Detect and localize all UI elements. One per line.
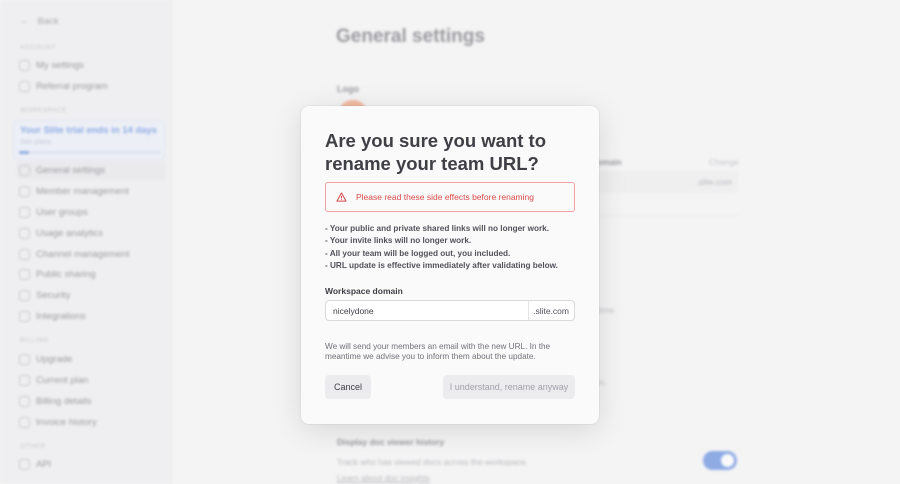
alert-text: Please read these side effects before re… [356, 192, 534, 202]
confirm-rename-button[interactable]: I understand, rename anyway [443, 375, 575, 399]
warning-alert: Please read these side effects before re… [325, 182, 575, 212]
side-effect-item: - Your public and private shared links w… [325, 224, 549, 233]
modal-title: Are you sure you want to rename your tea… [325, 130, 547, 174]
side-effects-list: - Your public and private shared links w… [325, 223, 581, 273]
workspace-domain-input[interactable] [326, 301, 529, 320]
side-effect-item: - All your team will be logged out, you … [325, 248, 511, 258]
rename-url-modal: Are you sure you want to rename your tea… [301, 106, 599, 424]
workspace-domain-field: .slite.com [325, 300, 575, 321]
side-effect-item: - Your invite links will no longer work. [325, 236, 472, 246]
cancel-button[interactable]: Cancel [325, 375, 371, 399]
warning-icon [336, 192, 347, 202]
email-notice: We will send your members an email with … [325, 342, 551, 361]
side-effect-item: - URL update is effective immediately af… [325, 261, 558, 271]
domain-suffix: .slite.com [528, 301, 574, 320]
workspace-domain-label: Workspace domain [325, 286, 403, 296]
